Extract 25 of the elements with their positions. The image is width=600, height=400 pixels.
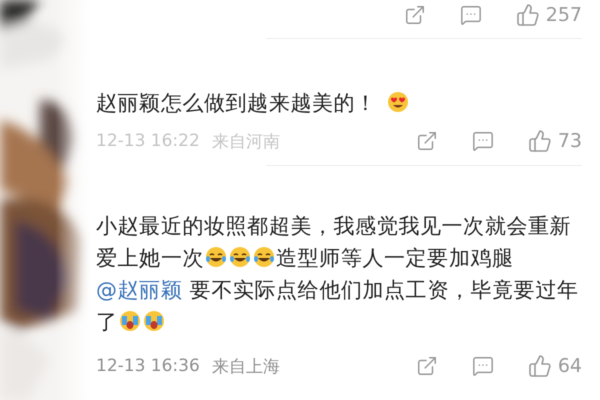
comment-button[interactable] <box>460 4 482 26</box>
crying-emoji-icon <box>142 310 165 332</box>
laughing-tears-emoji-icon <box>229 246 251 268</box>
comment-button[interactable] <box>472 130 494 152</box>
share-button[interactable] <box>404 4 426 26</box>
thumbs-up-icon <box>528 129 552 153</box>
mention-link[interactable]: @赵丽颖 <box>96 278 182 302</box>
comment-text: 赵丽颖怎么做到越来越美的！ <box>96 87 582 119</box>
comment-location: 来自上海 <box>212 356 280 378</box>
laughing-tears-emoji-icon <box>205 246 227 268</box>
heart-eyes-emoji-icon <box>386 91 409 113</box>
like-button[interactable]: 257 <box>516 3 582 27</box>
crying-emoji-icon <box>118 310 141 332</box>
comment-location: 来自河南 <box>212 130 280 152</box>
comment-time: 12-13 16:36 <box>96 356 200 376</box>
thumbs-up-icon <box>528 354 552 378</box>
like-button[interactable]: 64 <box>528 354 582 378</box>
comment-button[interactable] <box>472 355 494 377</box>
comment-text: 小赵最近的妆照都超美，我感觉我见一次就会重新爱上她一次 造型师等人一定要加鸡腿 @赵丽颖 要不实际点给他们加点工资，毕竟要过年了 <box>96 213 580 336</box>
laughing-tears-emoji-icon <box>253 246 275 268</box>
thumbs-up-icon <box>516 3 540 27</box>
like-button[interactable]: 73 <box>528 129 582 153</box>
share-button[interactable] <box>416 355 438 377</box>
comment-time: 12-13 16:22 <box>96 131 200 151</box>
share-button[interactable] <box>416 130 438 152</box>
